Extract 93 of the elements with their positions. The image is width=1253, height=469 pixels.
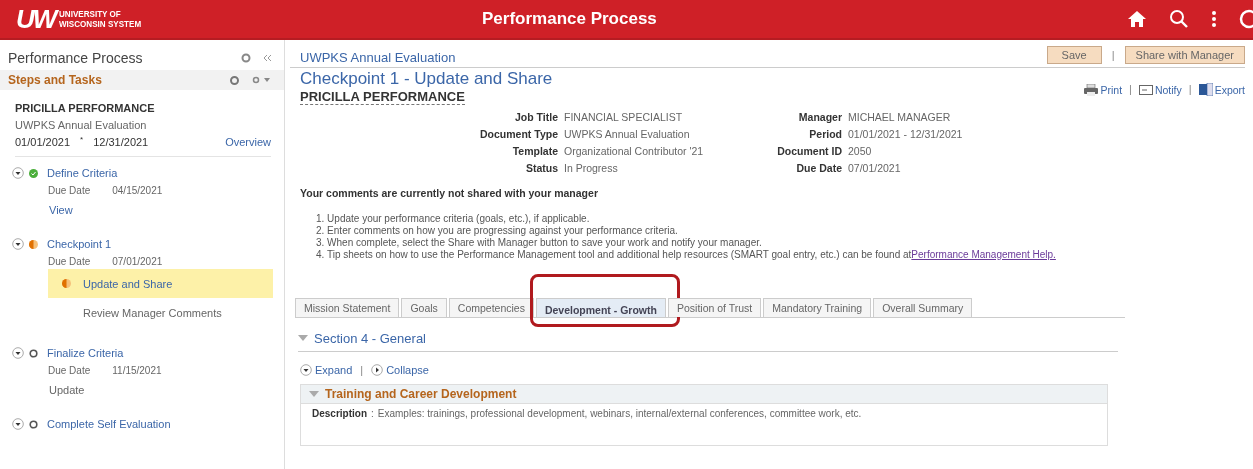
document-title: UWPKS Annual Evaluation [300, 50, 456, 65]
due-date-label: Due Date [48, 256, 91, 267]
triangle-icon [309, 390, 319, 398]
toolbar-link[interactable]: Notify [1138, 83, 1182, 96]
section-title: Steps and Tasks [8, 73, 102, 87]
triangle-icon [298, 335, 308, 342]
separator: | [360, 364, 364, 376]
field-label: Period [808, 128, 842, 140]
not-started-status-icon [29, 348, 38, 358]
tab[interactable]: Mission Statement [295, 298, 400, 317]
section-header[interactable]: Section 4 - General [298, 331, 1118, 352]
document-icon [1198, 83, 1213, 96]
field-value: UWPKS Annual Evaluation [564, 128, 691, 140]
print-icon [1084, 83, 1099, 96]
field-value: 01/01/2021 - 12/31/2021 [848, 128, 964, 140]
action-button[interactable]: Share with Manager [1124, 45, 1245, 64]
separator: : [371, 408, 374, 419]
instruction-text: 1. Update your performance criteria (goals, etc.), if applicable. [316, 213, 591, 225]
field-label: Template [511, 145, 558, 157]
employee-name: PRICILLA PERFORMANCE [300, 89, 465, 105]
collapse-link[interactable]: Collapse [371, 364, 429, 376]
field-label: Manager [797, 111, 842, 123]
task-item[interactable]: Review Manager Comments [48, 298, 273, 327]
task-label: Update [49, 384, 86, 396]
step-link[interactable]: Checkpoint 1 [47, 238, 112, 250]
expand-icon [300, 364, 312, 376]
envelope-icon [1138, 84, 1153, 95]
description-text: Examples: trainings, professional development, webinars, internal/external conferences, committee work, etc. [377, 408, 862, 419]
due-date-label: Due Date [48, 185, 91, 196]
field-label: Due Date [795, 162, 842, 174]
period-separator: * [80, 134, 84, 144]
toolbar-link[interactable]: Export [1198, 83, 1245, 96]
panel-title: Performance Process [8, 50, 143, 66]
due-date: 07/01/2021 [112, 256, 163, 267]
complete-status-icon [29, 168, 38, 178]
overview-link[interactable]: Overview [225, 136, 271, 148]
field-value: FINANCIAL SPECIALIST [564, 111, 684, 123]
due-date: 04/15/2021 [112, 185, 163, 196]
field-value: 07/01/2021 [848, 162, 902, 174]
field-label: Document Type [479, 128, 558, 140]
app-title: Performance Process [482, 9, 657, 29]
help-link[interactable]: Performance Management Help. [911, 249, 1056, 260]
menu-icon[interactable] [1211, 10, 1217, 28]
field-value: 2050 [848, 145, 873, 157]
step-link[interactable]: Define Criteria [47, 167, 118, 179]
tab[interactable]: Development - Growth [535, 298, 666, 317]
expand-toggle-icon[interactable] [12, 238, 24, 250]
notice-text: Your comments are currently not shared with your manager [300, 187, 599, 199]
settings-dropdown-icon[interactable] [252, 75, 272, 85]
field-value: MICHAEL MANAGER [848, 111, 952, 123]
tab[interactable]: Competencies [448, 298, 534, 317]
step-link[interactable]: Finalize Criteria [47, 347, 124, 359]
collapse-panel-icon[interactable] [263, 54, 272, 62]
view-link[interactable]: View [49, 204, 284, 216]
tab[interactable]: Overall Summary [873, 298, 973, 317]
expand-toggle-icon[interactable] [12, 418, 24, 430]
expand-link[interactable]: Expand [300, 364, 353, 376]
collapse-icon [371, 364, 384, 376]
step-link[interactable]: Complete Self Evaluation [47, 418, 171, 430]
due-date: 11/15/2021 [112, 365, 162, 376]
home-icon[interactable] [1127, 10, 1147, 28]
field-value: Organizational Contributor '21 [564, 145, 705, 157]
section-title: Section 4 - General [314, 331, 426, 346]
item-title: Training and Career Development [325, 387, 517, 401]
instruction-text: 3. When complete, select the Share with Manager button to save your work and notify your manager. [316, 237, 763, 249]
field-label: Status [524, 162, 558, 174]
separator: | [1188, 83, 1192, 96]
tab[interactable]: Position of Trust [667, 298, 762, 317]
item-header[interactable]: Training and Career Development [301, 385, 1107, 404]
period-end: 12/31/2021 [93, 136, 149, 148]
document-name: UWPKS Annual Evaluation [15, 119, 148, 131]
instruction-text: 4. Tip sheets on how to use the Performance Management tool and additional help resources (SMART goal entry, etc.) can be found atPerformance Management Help. [316, 249, 1057, 261]
in-progress-status-icon [29, 239, 38, 249]
description-label: Description [312, 408, 367, 419]
page-title: Checkpoint 1 - Update and Share [300, 69, 553, 88]
due-date-label: Due Date [48, 365, 91, 376]
expand-toggle-icon[interactable] [12, 167, 24, 179]
employee-name: PRICILLA PERFORMANCE [15, 102, 156, 114]
task-item[interactable]: Update and Share [48, 269, 273, 298]
separator: | [1111, 48, 1115, 61]
action-button[interactable]: Save [1046, 45, 1102, 64]
expand-toggle-icon[interactable] [12, 347, 24, 359]
tab[interactable]: Goals [401, 298, 447, 317]
toolbar-link[interactable]: Print [1084, 83, 1123, 96]
separator: | [1129, 83, 1132, 96]
field-label: Job Title [514, 111, 558, 123]
instruction-text: 2. Enter comments on how you are progressing against your performance criteria. [316, 225, 679, 237]
field-value: In Progress [564, 162, 619, 174]
not-started-status-icon [29, 419, 38, 429]
period-start: 01/01/2021 [15, 136, 71, 148]
tab[interactable]: Mandatory Training [763, 298, 872, 317]
field-label: Document ID [776, 145, 842, 157]
search-icon[interactable] [1169, 9, 1189, 29]
